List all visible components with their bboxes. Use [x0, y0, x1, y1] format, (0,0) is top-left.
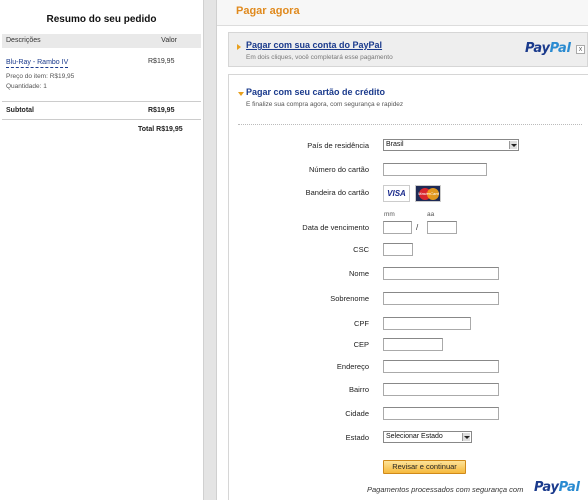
panel-separator — [203, 0, 217, 500]
paypal-account-description: Em dois cliques, você completará esse pa… — [246, 54, 393, 61]
dotted-divider — [238, 124, 582, 125]
cpf-label: CPF — [354, 319, 369, 328]
footer-text: Pagamentos processados com segurança com — [367, 485, 524, 494]
paypal-logo-part: Pay — [534, 480, 559, 495]
arrow-down-icon — [238, 92, 244, 96]
item-quantity: Quantidade: 1 — [6, 83, 47, 90]
credit-card-option: Pagar com seu cartão de crédito E finali… — [228, 74, 588, 500]
review-continue-button[interactable]: Revisar e continuar — [383, 460, 466, 474]
chevron-down-icon — [509, 141, 517, 149]
paypal-logo-part: Pay — [525, 41, 550, 56]
address-input[interactable] — [383, 360, 499, 373]
item-price: R$19,95 — [148, 58, 175, 65]
surname-input[interactable] — [383, 292, 499, 305]
chevron-down-icon — [462, 433, 470, 441]
state-label: Estado — [345, 433, 369, 442]
paypal-logo: PayPal — [525, 41, 571, 56]
credit-card-title: Pagar com seu cartão de crédito — [246, 87, 386, 97]
col-descriptions: Descrições — [6, 37, 41, 44]
first-name-label: Nome — [348, 269, 369, 278]
country-select-value: Brasil — [386, 141, 404, 148]
page-title: Pagar agora — [236, 5, 300, 17]
payment-header: Pagar agora — [217, 0, 588, 26]
first-name-input[interactable] — [383, 267, 499, 280]
paypal-logo-part: Pal — [558, 480, 580, 495]
payment-panel: Pagar agora Pagar com sua conta do PayPa… — [217, 0, 588, 500]
arrow-right-icon — [237, 44, 241, 50]
summary-divider — [2, 101, 201, 102]
csc-label: CSC — [353, 245, 369, 254]
country-select[interactable]: Brasil — [383, 139, 519, 151]
checkout-page: Resumo do seu pedido Descrições Valor Bl… — [0, 0, 588, 500]
city-label: Cidade — [345, 409, 369, 418]
district-input[interactable] — [383, 383, 499, 396]
total-value: Total R$19,95 — [138, 126, 183, 133]
credit-card-description: E finalize sua compra agora, com seguran… — [246, 101, 404, 108]
state-select[interactable]: Selecionar Estado — [383, 431, 472, 443]
expiry-month-input[interactable] — [383, 221, 412, 234]
card-brand-label: Bandeira do cartão — [305, 188, 369, 197]
subtotal-value: R$19,95 — [148, 107, 175, 114]
card-number-input[interactable] — [383, 163, 487, 176]
expiry-year-input[interactable] — [427, 221, 457, 234]
state-select-value: Selecionar Estado — [386, 433, 443, 440]
paypal-account-option[interactable]: Pagar com sua conta do PayPal Em dois cl… — [228, 32, 588, 67]
cpf-input[interactable] — [383, 317, 471, 330]
close-icon[interactable]: x — [576, 45, 585, 54]
expiry-separator: / — [416, 223, 419, 232]
mastercard-icon[interactable]: MasterCard — [415, 185, 441, 202]
paypal-logo-part: Pal — [549, 41, 571, 56]
cep-label: CEP — [353, 340, 369, 349]
item-name-link[interactable]: Blu-Ray - Rambo IV — [6, 58, 69, 68]
csc-input[interactable] — [383, 243, 413, 256]
city-input[interactable] — [383, 407, 499, 420]
cep-input[interactable] — [383, 338, 443, 351]
summary-title: Resumo do seu pedido — [46, 14, 157, 25]
order-summary-panel: Resumo do seu pedido Descrições Valor Bl… — [0, 0, 203, 500]
expiry-label: Data de vencimento — [302, 223, 369, 232]
year-hint: aa — [427, 211, 435, 218]
card-number-label: Número do cartão — [308, 165, 369, 174]
country-label: País de residência — [307, 141, 369, 150]
district-label: Bairro — [348, 385, 369, 394]
paypal-footer-logo: PayPal — [534, 480, 580, 495]
item-unit-price: Preço do item: R$19,95 — [6, 73, 75, 80]
summary-table-header: Descrições Valor — [2, 34, 201, 48]
month-hint: mm — [384, 211, 395, 218]
paypal-account-link[interactable]: Pagar com sua conta do PayPal — [246, 40, 382, 50]
surname-label: Sobrenome — [330, 294, 369, 303]
summary-divider — [2, 119, 201, 120]
subtotal-label: Subtotal — [6, 107, 34, 114]
col-value: Valor — [161, 37, 177, 44]
visa-icon[interactable]: VISA — [383, 185, 410, 202]
address-label: Endereço — [336, 362, 369, 371]
mastercard-text: MasterCard — [418, 191, 439, 196]
